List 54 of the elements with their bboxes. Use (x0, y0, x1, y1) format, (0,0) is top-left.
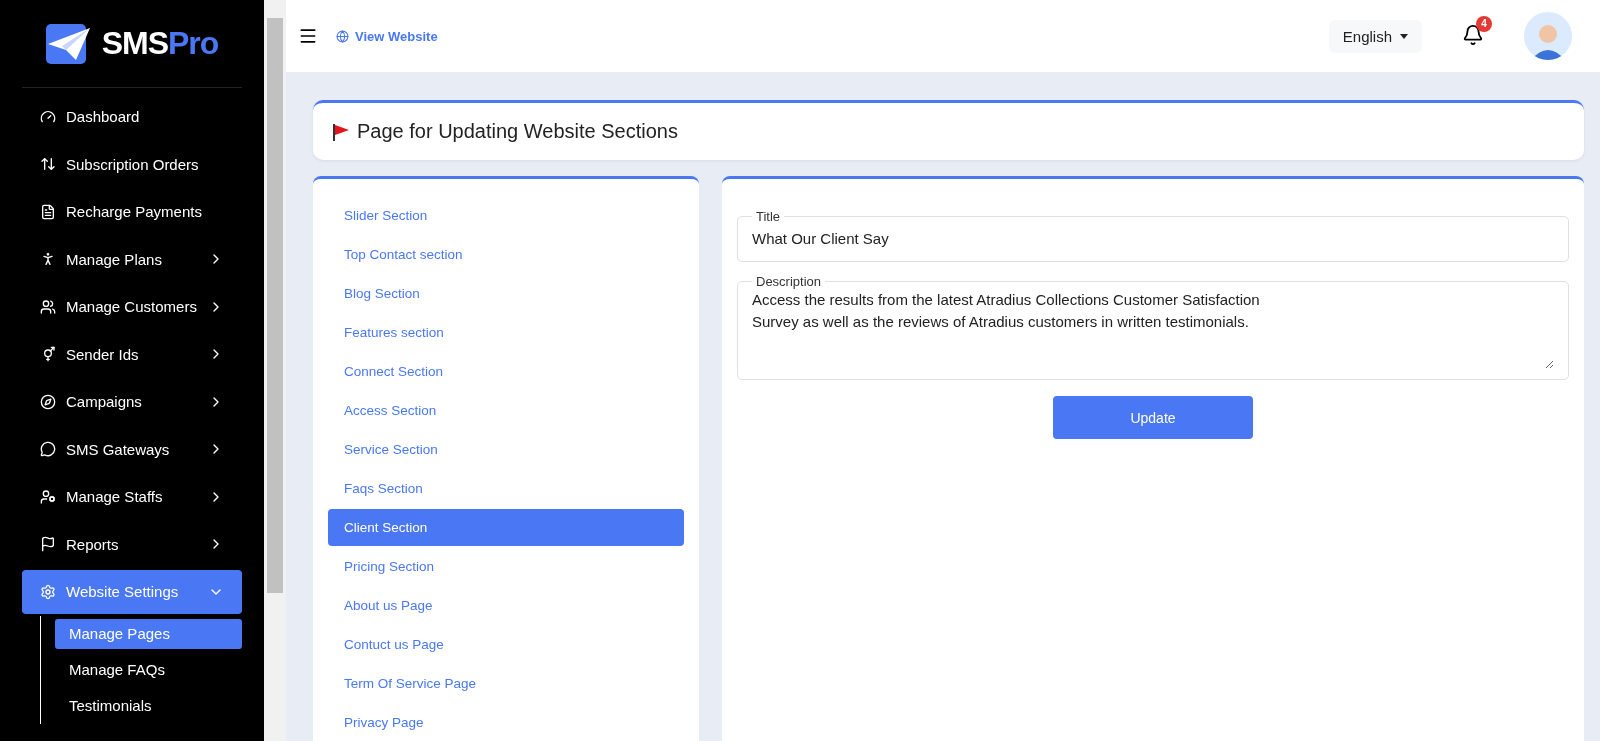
sidebar-item[interactable]: Manage Customers (22, 285, 242, 329)
section-link[interactable]: About us Page (328, 587, 684, 624)
sidebar-item[interactable]: Recharge Payments (22, 190, 242, 234)
section-link[interactable]: Slider Section (328, 197, 684, 234)
sidebar-item[interactable]: Reports (22, 522, 242, 566)
menu-item-icon (40, 156, 56, 173)
section-link[interactable]: Pricing Section (328, 548, 684, 585)
sidebar-item[interactable]: Campaigns (22, 380, 242, 424)
section-link[interactable]: Privacy Page (328, 704, 684, 741)
title-field-frame[interactable]: Title What Our Client Say (737, 209, 1569, 262)
sidebar-item[interactable]: Dashboard (22, 95, 242, 139)
menu-item-icon (40, 583, 56, 600)
notification-count: 4 (1476, 15, 1492, 32)
section-link[interactable]: Access Section (328, 392, 684, 429)
page-title: Page for Updating Website Sections (357, 120, 678, 143)
menu-item-icon (40, 298, 56, 315)
section-link[interactable]: Features section (328, 314, 684, 351)
menu-item-icon (40, 441, 56, 458)
scrollbar[interactable] (264, 0, 286, 741)
flag-icon (331, 121, 351, 142)
section-link[interactable]: Client Section (328, 509, 684, 546)
section-link[interactable]: Connect Section (328, 353, 684, 390)
avatar[interactable] (1524, 12, 1572, 60)
menu-item-icon (40, 108, 56, 125)
sidebar-item[interactable]: Manage Plans (22, 237, 242, 281)
language-dropdown[interactable]: English (1328, 19, 1422, 53)
menu-item-icon (40, 536, 56, 553)
menu-icon[interactable] (298, 26, 318, 46)
update-button[interactable]: Update (1053, 396, 1253, 439)
menu-item-icon (40, 251, 56, 268)
view-website-link[interactable]: View Website (336, 28, 1311, 44)
section-link[interactable]: Service Section (328, 431, 684, 468)
submenu-item[interactable]: Manage Pages (55, 618, 242, 649)
submenu-item[interactable]: Manage FAQs (55, 654, 242, 685)
section-link[interactable]: Term Of Service Page (328, 665, 684, 702)
menu-item-icon (40, 393, 56, 410)
section-link[interactable]: Faqs Section (328, 470, 684, 507)
field-label: Description (755, 274, 823, 289)
menu-item-icon (40, 203, 56, 220)
section-link[interactable]: Blog Section (328, 275, 684, 312)
sidebar-item[interactable]: Subscription Orders (22, 142, 242, 186)
section-link[interactable]: Contuct us Page (328, 626, 684, 663)
globe-icon (336, 29, 349, 43)
section-link[interactable]: Top Contact section (328, 236, 684, 273)
field-label: Title (755, 209, 782, 224)
sidebar-item[interactable]: Sender Ids (22, 332, 242, 376)
brand-name: SMSPro (101, 25, 219, 62)
description-field-frame[interactable]: Description Access the results from the latest Atradius Collections Customer Satisfaction Survey as well as the reviews of Atradius customers in written testimonials. (737, 274, 1569, 380)
menu-item-icon (40, 488, 56, 505)
sidebar-item[interactable]: Manage Staffs (22, 475, 242, 519)
sidebar-item[interactable]: SMS Gateways (22, 427, 242, 471)
submenu-item[interactable]: Testimonials (55, 690, 242, 721)
paper-plane-logo-icon (45, 23, 92, 64)
sidebar-item[interactable]: Website Settings (22, 570, 242, 614)
